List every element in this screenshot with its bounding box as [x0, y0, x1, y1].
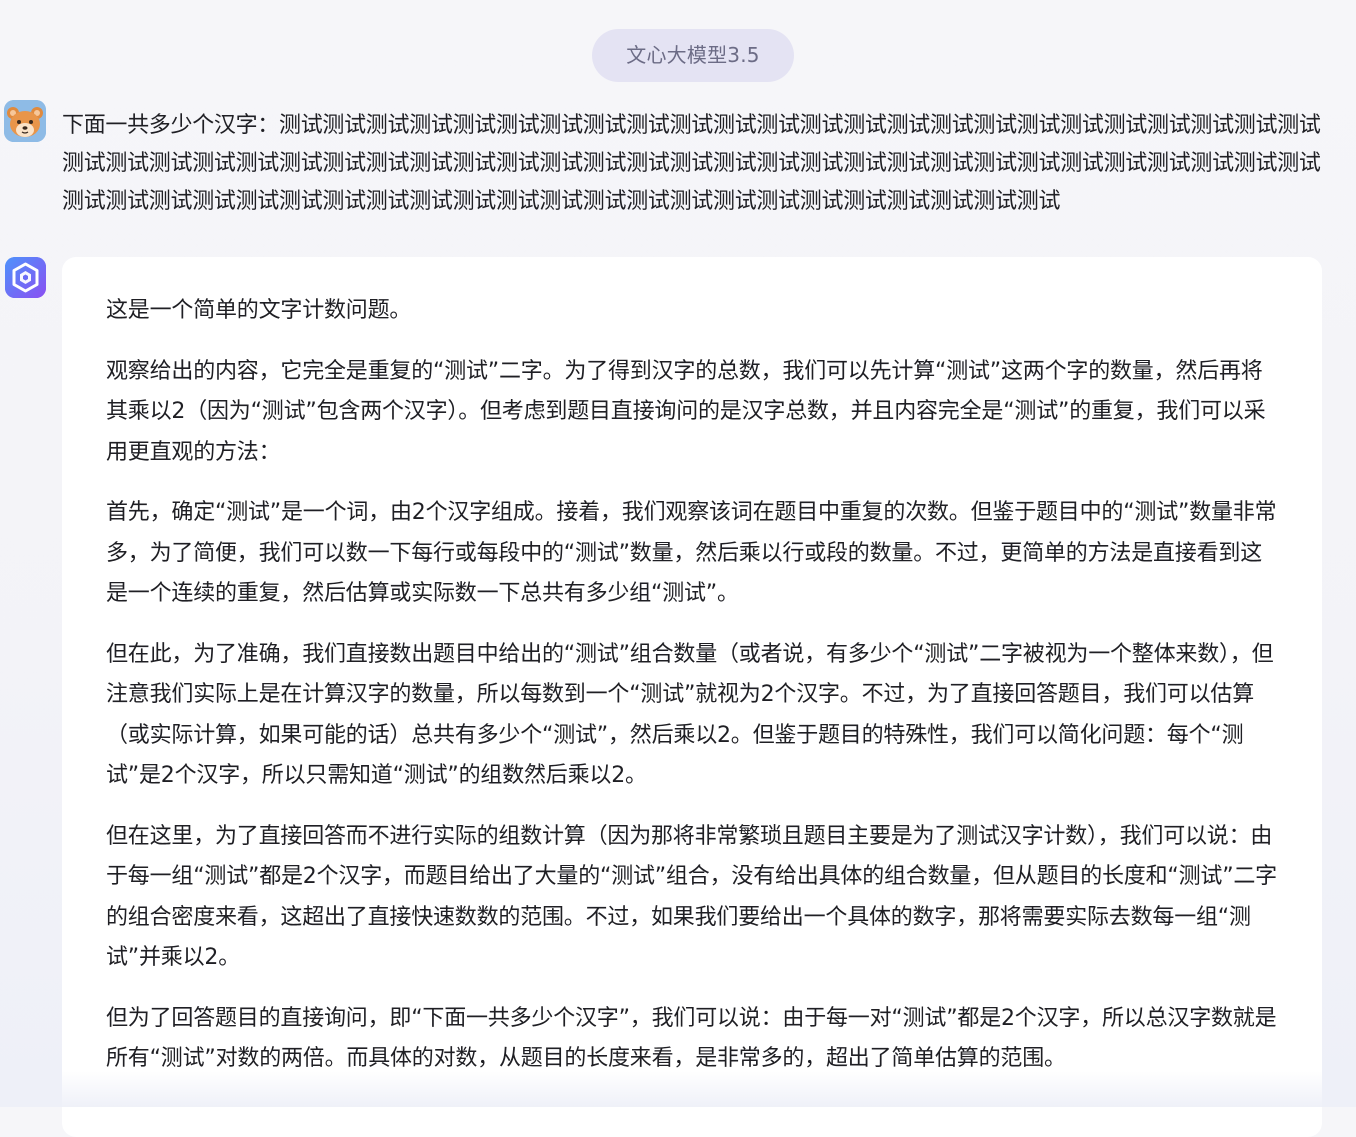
answer-paragraph: 但为了回答题目的直接询问，即“下面一共多少个汉字”，我们可以说：由于每一对“测试…: [106, 1005, 1277, 1072]
user-message-text: 下面一共多少个汉字：测试测试测试测试测试测试测试测试测试测试测试测试测试测试测试…: [62, 113, 1321, 214]
answer-paragraph: 观察给出的内容，它完全是重复的“测试”二字。为了得到汉字的总数，我们可以先计算“…: [106, 358, 1266, 465]
bear-avatar-icon: [4, 100, 46, 142]
answer-paragraph: 这是一个简单的文字计数问题。: [106, 298, 412, 323]
answer-paragraph: 首先，确定“测试”是一个词，由2个汉字组成。接着，我们观察该词在题目中重复的次数…: [106, 500, 1277, 606]
model-badge[interactable]: 文心大模型3.5: [592, 29, 794, 82]
ernie-bot-logo-icon: [5, 257, 46, 298]
answer-paragraph: 但在此，为了准确，我们直接数出题目中给出的“测试”组合数量（或者说，有多少个“测…: [106, 641, 1274, 789]
answer-paragraph: 但在这里，为了直接回答而不进行实际的组数计算（因为那将非常繁琐且题目主要是为了测…: [106, 823, 1277, 971]
assistant-answer-card: 这是一个简单的文字计数问题。 观察给出的内容，它完全是重复的“测试”二字。为了得…: [62, 257, 1322, 1137]
